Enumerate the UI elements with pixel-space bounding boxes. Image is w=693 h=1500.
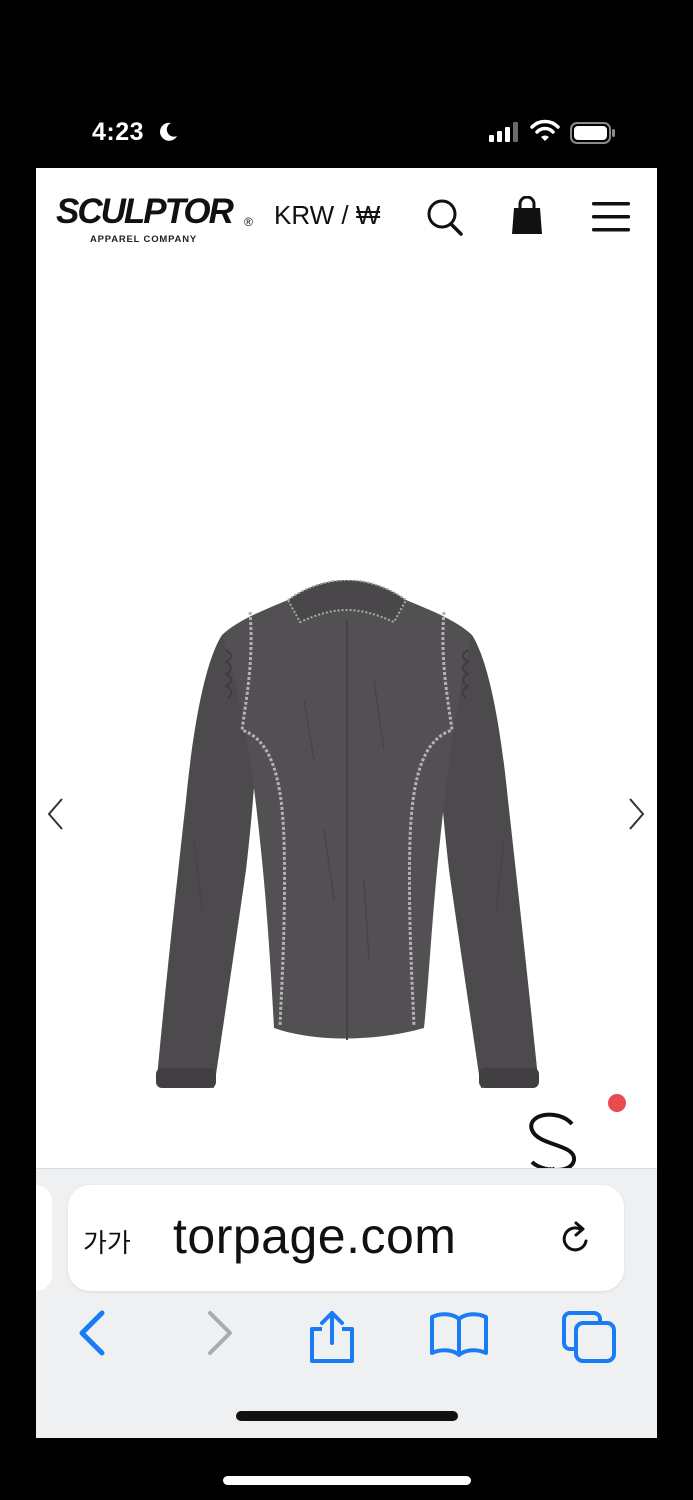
reload-icon[interactable] [558,1219,594,1257]
status-bar: 4:23 [0,0,693,168]
product-image-jacket [156,580,539,1088]
screenshot-frame: SCULPTOR ® APPAREL COMPANY KRW / ₩ 가가 to… [36,168,657,1438]
moon-icon [160,122,177,141]
back-icon[interactable] [76,1309,110,1357]
previous-tab-pill[interactable] [36,1185,52,1291]
chevron-right-icon[interactable] [624,796,648,832]
logo-registered-mark: ® [244,215,253,229]
text-size-button[interactable]: 가가 [83,1223,131,1260]
battery-icon [570,122,615,144]
home-indicator-inner [236,1411,458,1421]
bookmarks-icon[interactable] [428,1309,490,1361]
wifi-icon [530,119,560,141]
safari-bottom-bar: 가가 torpage.com [36,1168,657,1438]
shopping-bag-icon[interactable] [510,196,544,236]
logo-subtitle: APPAREL COMPANY [90,234,198,245]
address-bar[interactable]: 가가 torpage.com [68,1185,624,1291]
url-text[interactable]: torpage.com [173,1207,456,1265]
signal-icon [489,122,518,142]
home-indicator[interactable] [223,1476,471,1485]
site-header: SCULPTOR ® APPAREL COMPANY KRW / ₩ [36,168,657,258]
status-time: 4:23 [92,118,145,146]
tabs-icon[interactable] [560,1309,620,1365]
currency-selector[interactable]: KRW / ₩ [274,200,380,231]
brand-logo[interactable]: SCULPTOR [56,194,234,230]
product-gallery: TM [36,258,657,1213]
forward-icon[interactable] [202,1309,236,1357]
chevron-left-icon[interactable] [44,796,68,832]
notification-dot [608,1094,626,1112]
menu-icon[interactable] [592,202,630,232]
share-icon[interactable] [306,1309,358,1365]
search-icon[interactable] [426,198,466,238]
